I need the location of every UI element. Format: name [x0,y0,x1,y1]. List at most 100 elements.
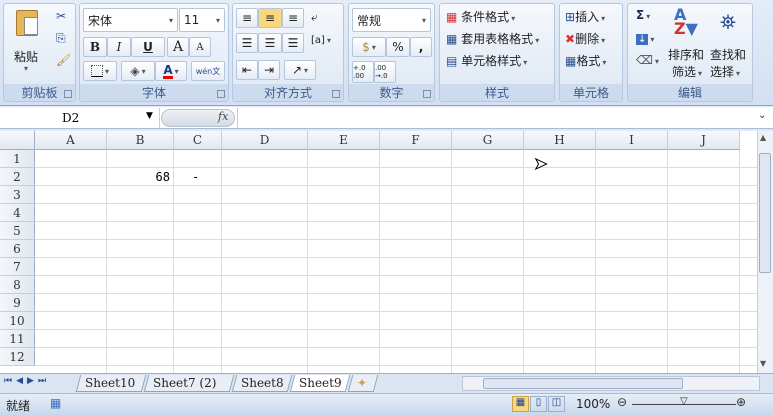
sort-filter-button[interactable]: A Z▼ 排序和 筛选 ▾ [666,7,708,80]
cell-B2[interactable]: 68 [156,170,170,184]
zoom-level[interactable]: 100% [576,397,610,411]
delete-button[interactable]: ✖删除 ▾ [565,30,605,47]
align-left-button[interactable]: ☰ [236,33,258,53]
gridline [106,150,107,373]
font-color-button[interactable]: A ▾ [155,61,187,81]
find-select-button[interactable]: ⛯ 查找和 选择 ▾ [710,8,752,79]
vertical-scroll-thumb[interactable] [759,153,771,273]
column-header-D[interactable]: D [222,131,308,150]
column-header-H[interactable]: H [524,131,596,150]
column-header-F[interactable]: F [380,131,452,150]
cell-styles-button[interactable]: ▤ 单元格样式 ▾ [446,52,527,69]
dialog-launcher-icon[interactable] [423,90,431,98]
bold-button[interactable]: B [83,37,107,57]
increase-decimal-button[interactable]: +.0 .00 [352,61,374,83]
italic-button[interactable]: I [107,37,131,57]
dialog-launcher-icon[interactable] [64,90,72,98]
zoom-in-button[interactable]: ⊕ [736,395,746,409]
decrease-indent-button[interactable]: ⇤ [236,60,258,80]
insert-sheet-button[interactable]: ✦ [347,375,379,392]
zoom-out-button[interactable]: ⊖ [617,395,627,409]
number-group-label: 数字 [349,84,434,101]
row-header-2[interactable]: 2 [0,168,35,186]
align-bottom-button[interactable]: ≡ [282,8,304,28]
border-button[interactable]: ▾ [83,61,117,81]
row-header-6[interactable]: 6 [0,240,35,258]
increase-indent-button[interactable]: ⇥ [258,60,280,80]
column-header-B[interactable]: B [107,131,174,150]
align-top-button[interactable]: ≡ [236,8,258,28]
zoom-slider-thumb[interactable]: ▽ [680,396,688,407]
row-header-1[interactable]: 1 [0,150,35,168]
expand-formula-bar-icon[interactable]: ⌄ [758,110,766,121]
row-header-12[interactable]: 12 [0,348,35,366]
cell-C2[interactable]: - [192,170,199,184]
row-header-8[interactable]: 8 [0,276,35,294]
decrease-decimal-button[interactable]: .00 →.0 [374,61,396,83]
fill-button[interactable]: ↓ ▾ [636,31,654,45]
comma-button[interactable]: , [410,37,432,57]
fill-color-button[interactable]: ◈ ▾ [121,61,155,81]
row-header-5[interactable]: 5 [0,222,35,240]
dialog-launcher-icon[interactable] [332,90,340,98]
column-header-G[interactable]: G [452,131,524,150]
phonetic-button[interactable]: wén文 [191,61,225,81]
orientation-button[interactable]: ↗ ▾ [284,60,316,80]
font-name-select[interactable]: 宋体 ▾ [83,8,178,32]
autosum-button[interactable]: Σ ▾ [636,8,650,22]
name-box[interactable]: D2 ▼ [0,108,160,128]
macro-record-icon[interactable]: ▦ [50,396,61,410]
merge-center-icon[interactable]: [a] ▾ [311,35,331,46]
dialog-launcher-icon[interactable] [217,90,225,98]
cut-icon[interactable]: ✂ [56,9,66,23]
sheet-tab-sheet10[interactable]: Sheet10 [75,375,147,392]
currency-button[interactable]: $ ▾ [352,37,386,57]
column-header-A[interactable]: A [35,131,107,150]
row-header-7[interactable]: 7 [0,258,35,276]
worksheet-grid[interactable]: A B C D E F G H I J 1 2 3 4 5 6 7 8 9 10 11 12 68- [0,131,757,373]
normal-view-button[interactable]: ▦ [512,396,529,412]
select-all-corner[interactable] [0,131,35,150]
sheet-nav-buttons[interactable]: ⏮◀▶⏭ [4,376,50,386]
sheet-tab-sheet8[interactable]: Sheet8 [231,375,293,392]
row-header-10[interactable]: 10 [0,312,35,330]
number-format-select[interactable]: 常规 ▾ [352,8,431,32]
insert-button[interactable]: ⊞插入 ▾ [565,8,605,25]
row-header-11[interactable]: 11 [0,330,35,348]
page-layout-view-button[interactable]: ▯ [530,396,547,412]
conditional-format-button[interactable]: ▦ 条件格式 ▾ [446,8,515,25]
grow-font-button[interactable]: A [167,37,189,57]
horizontal-scrollbar[interactable] [462,376,760,391]
paste-button[interactable]: 粘贴 ▾ [10,8,44,78]
clear-button[interactable]: ⌫ ▾ [636,53,659,67]
row-header-9[interactable]: 9 [0,294,35,312]
shrink-font-button[interactable]: A [189,37,211,57]
editing-group: Σ ▾ ↓ ▾ ⌫ ▾ A Z▼ 排序和 筛选 ▾ ⛯ 查找和 选择 ▾ 编辑 [627,3,753,102]
font-size-select[interactable]: 11 ▾ [179,8,225,32]
format-painter-icon[interactable]: 🖌 [56,53,71,67]
name-box-dropdown-icon[interactable]: ▼ [146,111,153,121]
insert-function-button[interactable]: fx [218,110,228,123]
row-header-4[interactable]: 4 [0,204,35,222]
underline-button[interactable]: U [131,37,165,57]
percent-button[interactable]: % [386,37,410,57]
horizontal-scroll-thumb[interactable] [483,378,683,389]
column-header-C[interactable]: C [174,131,222,150]
column-header-I[interactable]: I [596,131,668,150]
row-header-3[interactable]: 3 [0,186,35,204]
sheet-tab-sheet9[interactable]: Sheet9 [289,375,351,392]
copy-icon[interactable]: ⎘ [56,31,66,46]
column-header-J[interactable]: J [668,131,740,150]
gridline [667,150,668,373]
page-break-view-button[interactable]: ◫ [548,396,565,412]
format-button[interactable]: ▦格式 ▾ [565,52,606,69]
column-header-E[interactable]: E [308,131,380,150]
sheet-tab-sheet7-2-[interactable]: Sheet7 (2) [143,375,235,392]
vertical-scrollbar[interactable]: ▲ ▼ [757,131,773,373]
wrap-text-icon[interactable]: ⤶ [311,10,318,25]
format-as-table-button[interactable]: ▦ 套用表格格式 ▾ [446,30,539,47]
align-middle-button[interactable]: ≡ [258,8,282,28]
formula-input[interactable] [237,108,753,128]
align-center-button[interactable]: ☰ [258,33,282,53]
align-right-button[interactable]: ☰ [282,33,304,53]
